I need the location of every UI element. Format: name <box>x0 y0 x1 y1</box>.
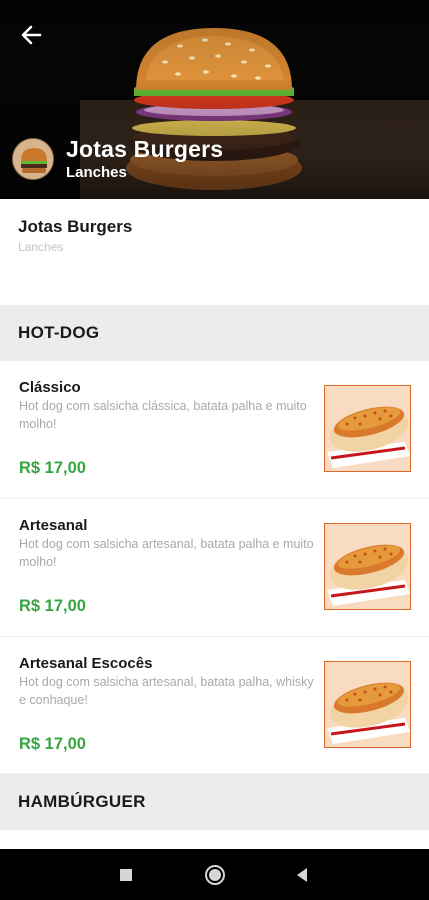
item-description: Hot dog com salsicha artesanal, batata p… <box>19 537 314 569</box>
square-icon <box>120 869 132 881</box>
triangle-back-icon <box>297 868 307 882</box>
burger-logo-icon <box>13 139 53 179</box>
hotdog-image <box>325 386 410 471</box>
screen: Jotas Burgers Lanches Jotas Burgers Lanc… <box>0 0 429 900</box>
item-name: Artesanal <box>19 517 88 534</box>
item-thumbnail <box>324 385 411 472</box>
section-content-area <box>0 830 429 849</box>
item-thumbnail <box>324 661 411 748</box>
item-name: Clássico <box>19 379 81 396</box>
menu-item[interactable]: Artesanal Hot dog com salsicha artesanal… <box>0 499 429 637</box>
store-info: Jotas Burgers Lanches <box>0 199 429 305</box>
hero-title: Jotas Burgers <box>66 136 224 162</box>
menu-item[interactable]: Artesanal Escocês Hot dog com salsicha a… <box>0 637 429 774</box>
circle-home-icon <box>205 865 225 885</box>
store-category: Lanches <box>18 240 64 254</box>
hero-shade <box>0 0 429 199</box>
system-nav-bar <box>0 849 429 900</box>
back-button[interactable] <box>14 18 48 52</box>
section-header-hamburguer: HAMBÚRGUER <box>0 774 429 830</box>
home-button[interactable] <box>203 863 227 887</box>
section-title: HOT-DOG <box>18 323 100 342</box>
item-thumbnail <box>324 523 411 610</box>
menu-item[interactable]: Clássico Hot dog com salsicha clássica, … <box>0 361 429 499</box>
section-title: HAMBÚRGUER <box>18 792 146 811</box>
section-header-hot-dog: HOT-DOG <box>0 305 429 361</box>
hero-banner: Jotas Burgers Lanches <box>0 0 429 199</box>
arrow-left-icon <box>21 25 42 45</box>
hotdog-image <box>325 524 410 609</box>
hotdog-image <box>325 662 410 747</box>
system-back-button[interactable] <box>290 863 314 887</box>
item-price: R$ 17,00 <box>19 459 86 477</box>
item-description: Hot dog com salsicha clássica, batata pa… <box>19 399 307 431</box>
item-price: R$ 17,00 <box>19 597 86 615</box>
item-price: R$ 17,00 <box>19 735 86 753</box>
item-description: Hot dog com salsicha artesanal, batata p… <box>19 675 314 707</box>
store-avatar <box>12 138 54 180</box>
menu-list-hot-dog: Clássico Hot dog com salsicha clássica, … <box>0 361 429 774</box>
store-name: Jotas Burgers <box>18 217 133 236</box>
item-name: Artesanal Escocês <box>19 655 153 672</box>
recents-button[interactable] <box>114 863 138 887</box>
hero-subtitle: Lanches <box>66 164 127 181</box>
